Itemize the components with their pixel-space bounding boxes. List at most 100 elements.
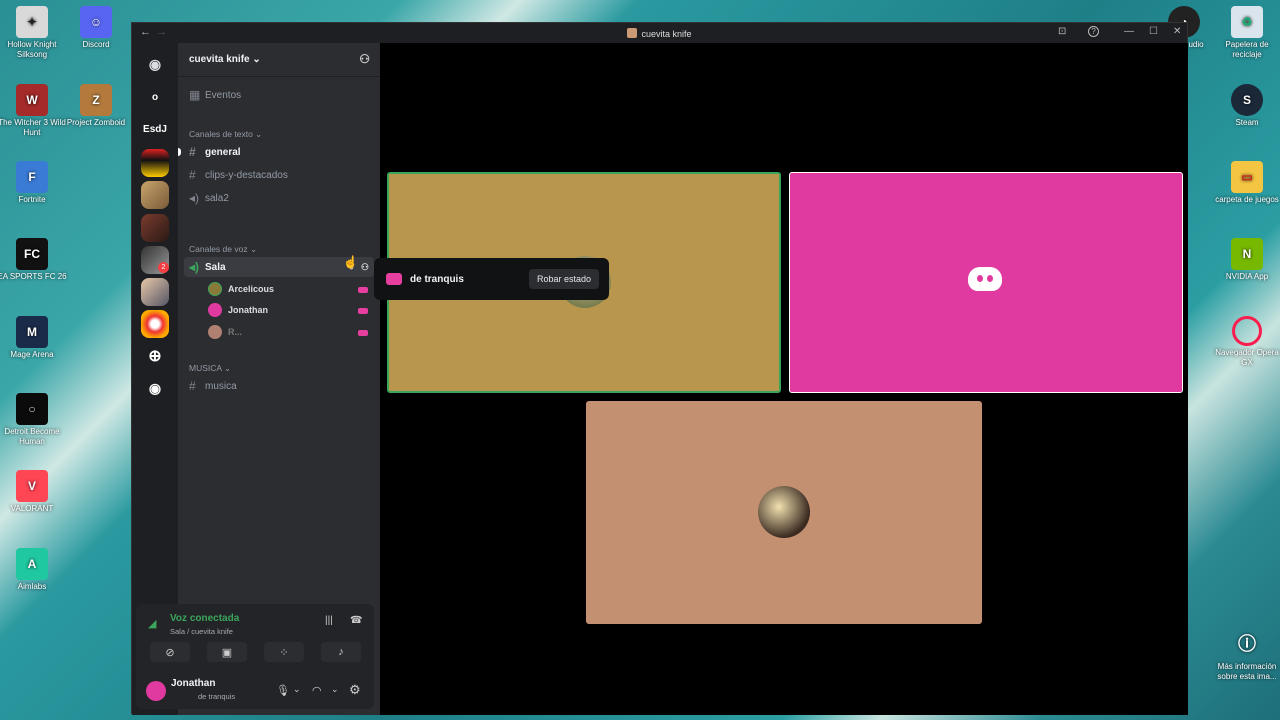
desktop-icon-more-info[interactable]: ⓘ Más información sobre esta ima... (1212, 628, 1280, 682)
video-stage (380, 43, 1188, 715)
camera-off-button[interactable]: ⊘ (150, 642, 190, 662)
voice-member[interactable]: R... (208, 323, 242, 341)
channel-musica[interactable]: # musica (184, 376, 374, 396)
aimlabs-icon: A (16, 548, 48, 580)
desktop-icon-valorant[interactable]: V VALORANT (0, 470, 67, 514)
soundboard-wave-icon[interactable]: ||| (325, 615, 333, 626)
sofa-icon (386, 273, 402, 285)
server-avatar-6[interactable] (141, 310, 169, 338)
desktop-icon-discord[interactable]: ☺ Discord (61, 6, 131, 50)
microphone-icon[interactable]: 🎙 (276, 684, 290, 697)
server-badge: 2 (158, 262, 169, 273)
invite-to-channel-icon[interactable]: ⚇ (361, 262, 369, 273)
window-title: cuevita knife (132, 28, 1187, 39)
info-icon: ⓘ (1238, 634, 1256, 654)
mouse-cursor-icon: ☝ (343, 255, 358, 269)
activity-tooltip: de tranquis Robar estado (374, 258, 609, 300)
help-icon[interactable]: ? (1088, 26, 1099, 37)
desktop-icon-witcher[interactable]: W The Witcher 3 Wild Hunt (0, 84, 67, 138)
user-name[interactable]: Jonathan (171, 678, 215, 689)
desktop-icon-opera-gx[interactable]: Navegador Opera GX (1212, 316, 1280, 368)
desktop-icon-project-zomboid[interactable]: Z Project Zomboid (61, 84, 131, 128)
desktop-icon-fc26[interactable]: FC EA SPORTS FC 26 (0, 238, 67, 282)
desktop-icon-mage-arena[interactable]: M Mage Arena (0, 316, 67, 360)
desktop-icon-steam[interactable]: S Steam (1212, 84, 1280, 128)
hash-icon: # (189, 145, 196, 159)
voice-user-panel: ◢ Voz conectada Sala / cuevita knife |||… (136, 604, 374, 709)
discord-logo-eye (987, 275, 993, 282)
server-avatar-3[interactable] (141, 214, 169, 242)
hash-icon: # (189, 379, 196, 393)
server-avatar-2[interactable] (141, 181, 169, 209)
discord-home-icon[interactable]: ◉ (141, 50, 169, 78)
voice-status[interactable]: Voz conectada (170, 613, 239, 624)
activities-button[interactable]: ⁘ (264, 642, 304, 662)
discord-app-icon: ☺ (80, 6, 112, 38)
discord-logo-icon (968, 267, 1002, 291)
close-icon[interactable]: ✕ (1173, 26, 1181, 37)
chevron-down-icon: ⌄ (252, 54, 261, 65)
server-esdj[interactable]: EsdJ (141, 115, 169, 143)
video-tile-third[interactable] (586, 401, 982, 624)
user-avatar[interactable] (146, 681, 166, 701)
voice-member[interactable]: Arcelicous (208, 280, 274, 298)
invite-people-icon[interactable]: ⚇ (359, 52, 370, 66)
server-avatar-5[interactable] (141, 278, 169, 306)
desktop-icon-hollow-knight[interactable]: ✦ Hollow Knight Silksong (0, 6, 67, 60)
valorant-icon: V (16, 470, 48, 502)
avatar (208, 325, 222, 339)
detroit-icon: ○ (16, 393, 48, 425)
maximize-icon[interactable]: ☐ (1149, 26, 1158, 37)
server-o[interactable]: o (141, 83, 169, 111)
activity-icon (358, 330, 368, 336)
desktop-icon-aimlabs[interactable]: A Aimlabs (0, 548, 67, 592)
desktop-icon-fortnite[interactable]: F Fortnite (0, 161, 67, 205)
desktop-icon-detroit[interactable]: ○ Detroit Become Human (0, 393, 67, 447)
chevron-down-icon[interactable]: ⌄ (293, 684, 301, 695)
discover-icon[interactable]: ◉ (141, 374, 169, 402)
music-category[interactable]: MUSICA ⌄ (189, 363, 231, 374)
desktop-icon-nvidia[interactable]: N NVIDIA App (1212, 238, 1280, 282)
text-category[interactable]: Canales de texto ⌄ (189, 129, 262, 140)
signal-icon: ◢ (148, 618, 157, 630)
desktop-icon-games-folder[interactable]: ▭ carpeta de juegos (1212, 161, 1280, 205)
server-mini-icon (627, 28, 638, 38)
unread-indicator (178, 148, 181, 156)
folder-icon: ▭ (1231, 161, 1263, 193)
disconnect-icon[interactable]: ☎ (350, 615, 362, 626)
video-tile-jonathan[interactable] (789, 172, 1183, 393)
avatar (758, 486, 810, 538)
screen-share-button[interactable]: ▣ (207, 642, 247, 662)
project-zomboid-icon: Z (80, 84, 112, 116)
events-item[interactable]: ▦ Eventos (184, 85, 374, 105)
inbox-icon[interactable]: ⊡ (1058, 26, 1066, 37)
hash-icon: # (189, 168, 196, 182)
channel-clips[interactable]: # clips-y-destacados (184, 165, 374, 185)
steam-icon: S (1231, 84, 1263, 116)
desktop-icon-recycle-bin[interactable]: ♻ Papelera de reciclaje (1212, 6, 1280, 60)
add-server-icon[interactable]: ⊕ (141, 342, 169, 370)
user-status[interactable]: de tranquis (198, 692, 235, 701)
minimize-icon[interactable]: — (1124, 26, 1134, 37)
server-avatar-1[interactable] (141, 149, 169, 177)
soundboard-button[interactable]: ♪ (321, 642, 361, 662)
server-header[interactable]: cuevita knife ⌄ ⚇ (178, 43, 380, 77)
fortnite-icon: F (16, 161, 48, 193)
avatar (208, 303, 222, 317)
speaker-icon: ◂) (189, 191, 200, 205)
channel-general[interactable]: # general (184, 142, 374, 162)
chevron-down-icon[interactable]: ⌄ (331, 684, 339, 695)
headphones-icon[interactable]: ◠ (312, 684, 322, 697)
speaker-icon: ◂) (189, 260, 200, 274)
voice-location[interactable]: Sala / cuevita knife (170, 627, 233, 636)
hollow-knight-icon: ✦ (16, 6, 48, 38)
steal-status-button[interactable]: Robar estado (528, 269, 599, 289)
avatar (208, 282, 222, 296)
mage-arena-icon: M (16, 316, 48, 348)
settings-gear-icon[interactable]: ⚙ (349, 682, 361, 698)
voice-member[interactable]: Jonathan (208, 301, 268, 319)
voice-category[interactable]: Canales de voz ⌄ (189, 244, 257, 255)
channel-sala2[interactable]: ◂) sala2 (184, 188, 374, 208)
recycle-bin-icon: ♻ (1231, 6, 1263, 38)
nvidia-icon: N (1231, 238, 1263, 270)
